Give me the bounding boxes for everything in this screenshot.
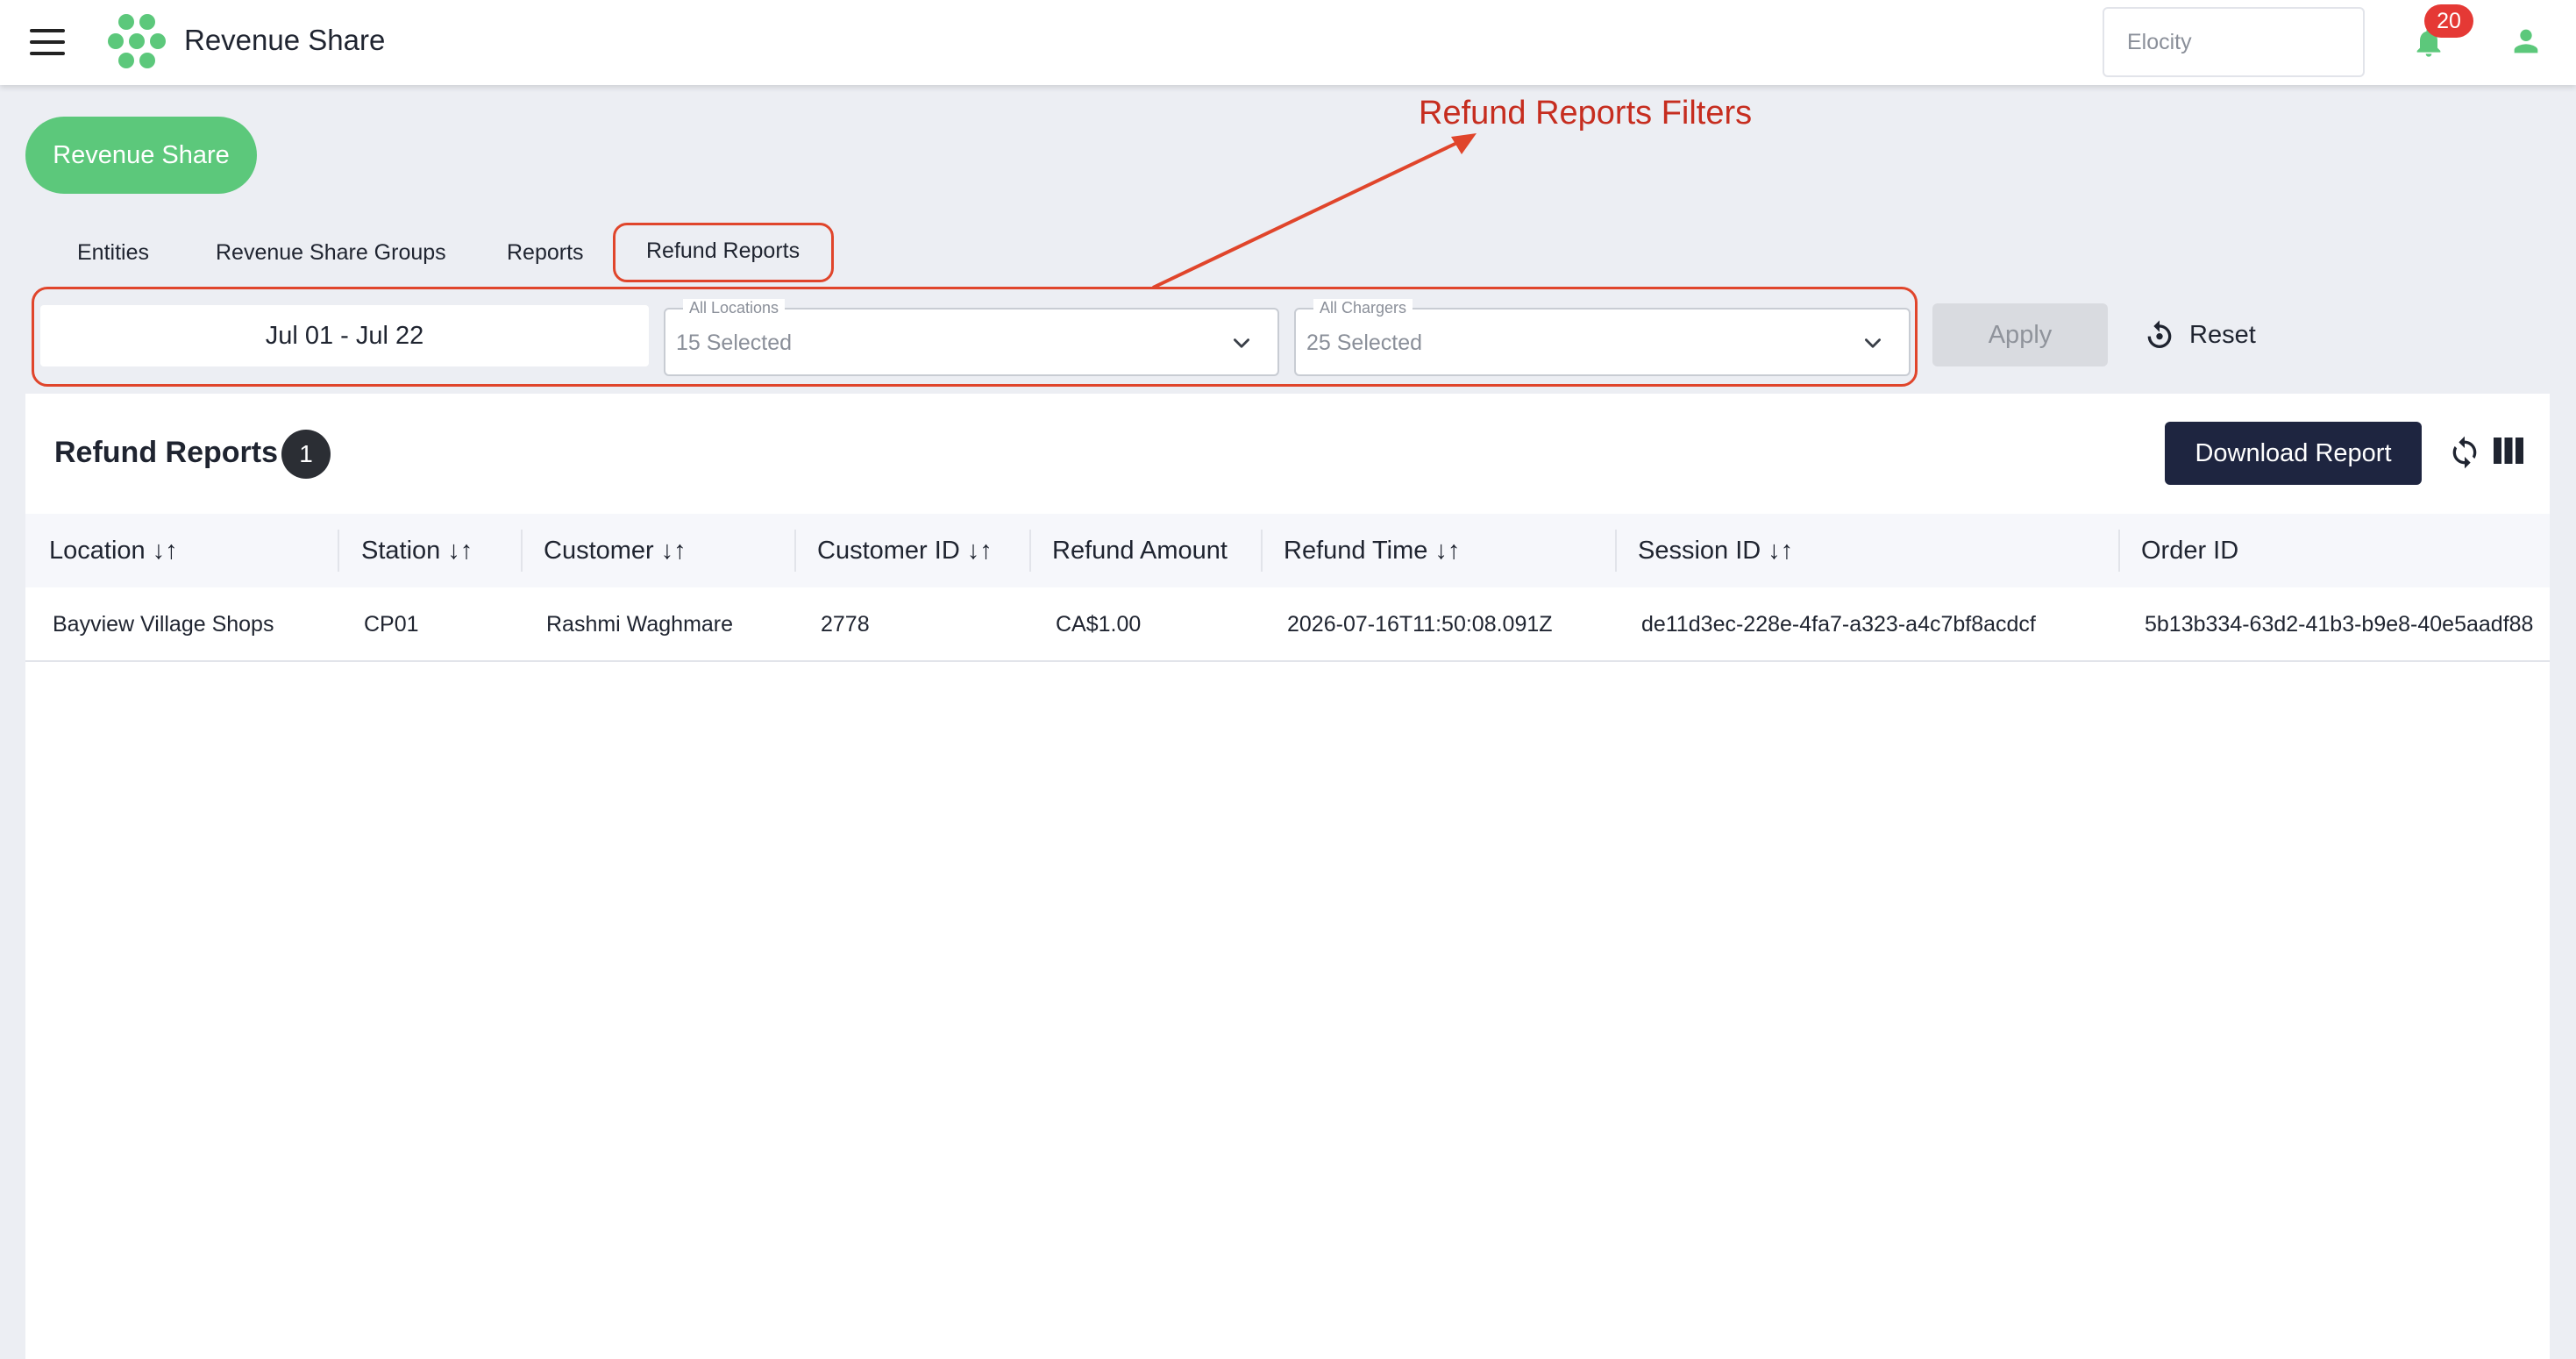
revenue-share-button[interactable]: Revenue Share [25, 117, 257, 194]
sort-icon: ↓↑ [152, 537, 178, 565]
column-header-order-id[interactable]: Order ID [2141, 514, 2238, 587]
download-report-button[interactable]: Download Report [2165, 422, 2422, 485]
column-header-customer-id[interactable]: Customer ID ↓↑ [817, 514, 993, 587]
sort-icon: ↓↑ [966, 537, 993, 565]
column-header-refund-time[interactable]: Refund Time ↓↑ [1284, 514, 1460, 587]
panel-title: Refund Reports [54, 436, 278, 469]
tab-entities[interactable]: Entities [77, 240, 149, 266]
locations-select-value: 15 Selected [676, 331, 793, 355]
cell-customer: Rashmi Waghmare [546, 612, 734, 637]
date-range-picker[interactable]: Jul 01 - Jul 22 [40, 305, 649, 366]
sort-icon: ↓↑ [447, 537, 473, 565]
cell-order-id: 5b13b334-63d2-41b3-b9e8-40e5aadf88 [2145, 612, 2534, 637]
chevron-down-icon [1865, 338, 1881, 348]
chevron-down-icon [1234, 338, 1249, 348]
cell-refund-time: 2026-07-16T11:50:08.091Z [1287, 612, 1553, 637]
refresh-icon[interactable] [2447, 435, 2482, 470]
reset-button[interactable]: Reset [2142, 314, 2256, 356]
tab-reports[interactable]: Reports [507, 240, 584, 266]
annotation-label: Refund Reports Filters [1419, 95, 1753, 132]
cell-station: CP01 [364, 612, 419, 637]
refund-reports-panel: Refund Reports 1 Download Report Locatio… [25, 394, 2550, 1359]
chargers-select-value: 25 Selected [1306, 331, 1423, 355]
tab-refund-reports[interactable]: Refund Reports [646, 238, 800, 264]
user-account-icon[interactable] [2508, 24, 2544, 59]
locations-select-legend: All Locations [683, 299, 786, 317]
columns-icon[interactable] [2494, 438, 2523, 464]
column-header-customer[interactable]: Customer ↓↑ [544, 514, 687, 587]
table-header: Location ↓↑ Station ↓↑ Customer ↓↑ Custo… [25, 514, 2550, 587]
sort-icon: ↓↑ [1434, 537, 1461, 565]
reset-label: Reset [2189, 320, 2256, 349]
cell-refund-amount: CA$1.00 [1056, 612, 1142, 637]
chargers-select[interactable]: All Chargers 25 Selected [1294, 299, 1911, 376]
column-header-location[interactable]: Location ↓↑ [49, 514, 178, 587]
cell-location: Bayview Village Shops [53, 612, 274, 637]
organization-select[interactable]: Elocity [2103, 7, 2365, 77]
app-title: Revenue Share [184, 24, 386, 56]
column-header-refund-amount[interactable]: Refund Amount [1052, 514, 1228, 587]
tab-revenue-share-groups[interactable]: Revenue Share Groups [216, 240, 446, 266]
cell-session-id: de11d3ec-228e-4fa7-a323-a4c7bf8acdcf [1641, 612, 2036, 637]
sort-icon: ↓↑ [1768, 537, 1794, 565]
cell-customer-id: 2778 [821, 612, 870, 637]
table-row[interactable]: Bayview Village Shops CP01 Rashmi Waghma… [25, 587, 2550, 662]
column-header-session-id[interactable]: Session ID ↓↑ [1638, 514, 1793, 587]
sort-icon: ↓↑ [660, 537, 687, 565]
reset-icon [2147, 320, 2172, 348]
apply-button[interactable]: Apply [1932, 303, 2108, 366]
logo-icon [108, 14, 166, 68]
locations-select[interactable]: All Locations 15 Selected [664, 299, 1279, 376]
top-app-bar: Revenue Share Elocity 20 [0, 0, 2576, 85]
menu-icon[interactable] [30, 29, 65, 55]
notification-count-badge: 20 [2424, 4, 2473, 38]
column-header-station[interactable]: Station ↓↑ [361, 514, 473, 587]
chargers-select-legend: All Chargers [1313, 299, 1413, 317]
report-count-badge: 1 [281, 430, 331, 479]
